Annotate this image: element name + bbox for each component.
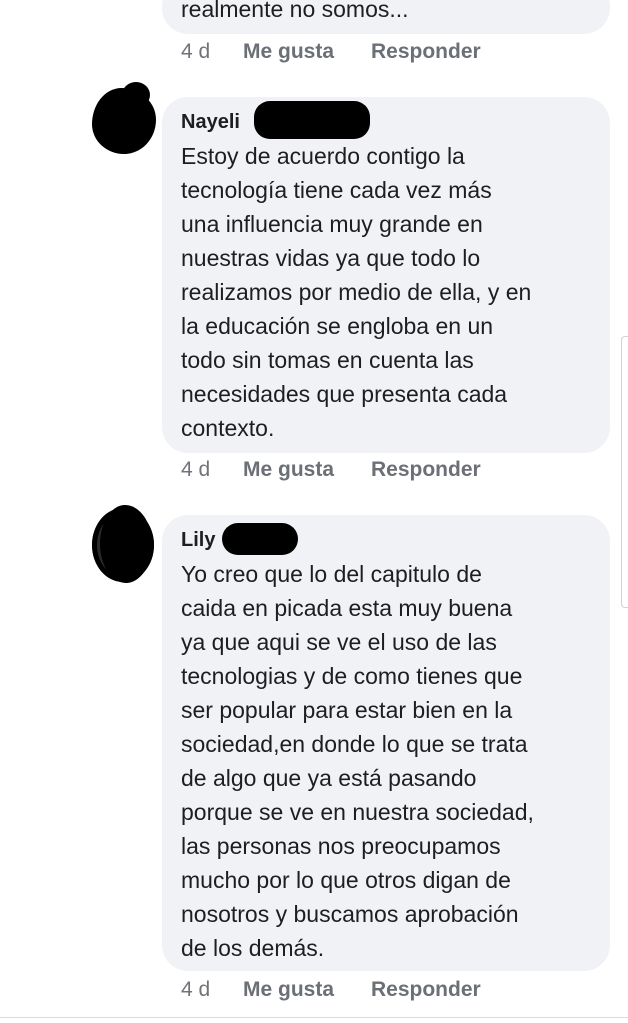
comment-author[interactable]: Lily	[181, 529, 215, 552]
avatar-redaction-blob	[100, 505, 152, 583]
comment-text: Estoy de acuerdo contigo la tecnología t…	[181, 143, 532, 441]
comment-timestamp: 4 d	[181, 458, 211, 481]
like-button[interactable]: Me gusta	[243, 978, 334, 1002]
comment-timestamp: 4 d	[181, 978, 211, 1001]
reply-button[interactable]: Responder	[371, 458, 481, 482]
comment-author[interactable]: Nayeli	[181, 111, 240, 134]
comment-thread: realmente no somos... 4 d Me gusta Respo…	[0, 0, 628, 1023]
like-button[interactable]: Me gusta	[243, 458, 334, 482]
comment-text: Yo creo que lo del capitulo de caida en …	[181, 561, 534, 961]
name-redaction	[254, 101, 370, 139]
reply-button[interactable]: Responder	[371, 978, 481, 1002]
comment-text: realmente no somos...	[181, 0, 409, 22]
name-redaction	[222, 523, 298, 555]
scrollbar[interactable]	[621, 336, 628, 608]
comment-bubble: realmente no somos...	[162, 0, 610, 34]
divider	[0, 1017, 628, 1018]
reply-button[interactable]: Responder	[371, 40, 481, 64]
like-button[interactable]: Me gusta	[243, 40, 334, 64]
avatar-redaction-blob	[122, 82, 150, 108]
comment-timestamp: 4 d	[181, 40, 211, 63]
comment-bubble: Nayeli Estoy de acuerdo contigo la tecno…	[162, 97, 610, 453]
comment-bubble: Lily Yo creo que lo del capitulo de caid…	[162, 515, 610, 971]
